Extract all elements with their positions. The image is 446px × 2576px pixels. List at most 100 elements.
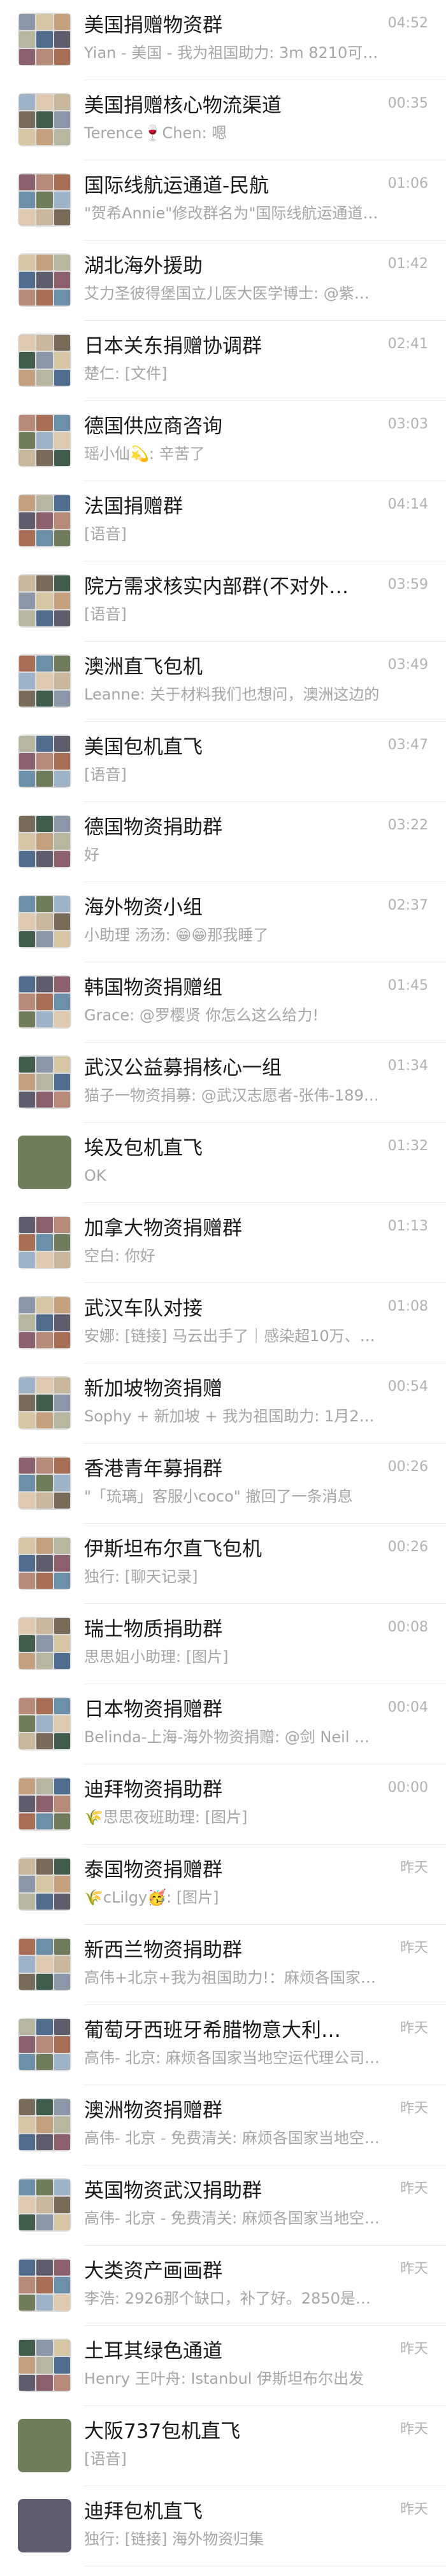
chat-last-message: Terence🍷Chen: 嗯 (84, 124, 227, 142)
avatar-tile (54, 1652, 70, 1669)
chat-list-item[interactable]: 葡萄牙西班牙希腊物意大利资群 昨天高伟- 北京: 麻烦各国家当地空运代理公司的同志… (0, 2005, 446, 2085)
avatar-tile (36, 1859, 53, 1875)
chat-time: 昨天 (399, 2421, 428, 2437)
chat-list-item[interactable]: 新西兰物资捐助群 昨天 高伟+北京+我为祖国助力!：麻烦各国家当地 (0, 1925, 446, 2005)
chat-list-item[interactable]: 大阪737包机直飞 昨天 [语音] (0, 2406, 446, 2486)
chat-name: 土耳其绿色通道 (84, 2340, 222, 2363)
avatar-tile (36, 31, 53, 48)
avatar-tile (19, 736, 36, 752)
group-avatar (18, 1617, 71, 1670)
avatar-tile (36, 833, 53, 850)
chat-list-item[interactable]: 澳洲直飞包机 03:49 Leanne: 关于材料我们也想问，澳洲这边的 (0, 642, 446, 722)
avatar-tile (36, 111, 53, 128)
group-avatar (18, 1456, 71, 1510)
avatar-tile (54, 111, 70, 128)
chat-list-item[interactable]: 日本物资捐赠群 00:04 Belinda-上海-海外物资捐赠: @剑 Neil 感… (0, 1684, 446, 1764)
avatar-tile (54, 530, 70, 546)
avatar-tile (54, 48, 70, 65)
chat-list-item[interactable]: 海外物资小组 02:37 小助理 汤汤: 😁😁那我睡了 (0, 882, 446, 962)
avatar-tile (36, 1555, 53, 1572)
chat-name: 武汉车队对接 (84, 1297, 203, 1320)
avatar-tile (36, 976, 53, 993)
avatar-tile (36, 1813, 53, 1829)
avatar-tile (19, 1652, 36, 1669)
avatar-tile (36, 2277, 53, 2293)
chat-list-item[interactable]: 德国供应商咨询 03:03 瑶小仙💫: 辛苦了 (0, 401, 446, 481)
chat-list-item[interactable]: 法国捐赠群 04:14 [语音] (0, 481, 446, 561)
avatar-tile (54, 1698, 70, 1715)
chat-name: 法国捐赠群 (84, 495, 183, 518)
avatar-tile (36, 495, 53, 512)
avatar-tile (54, 1859, 70, 1875)
avatar-tile (19, 1332, 36, 1348)
chat-time: 01:42 (387, 256, 428, 272)
chat-last-message: 艾力圣彼得堡国立儿医大医学博士: @紫电清霜 (84, 285, 384, 302)
chat-list-item[interactable]: 美国捐赠核心物流渠道 00:35 Terence🍷Chen: 嗯 (0, 80, 446, 160)
chat-list-item[interactable]: 新加坡物资捐赠 00:54Sophy + 新加坡 + 我为祖国助力: 1月26日新… (0, 1363, 446, 1444)
chat-name: 新加坡物资捐赠 (84, 1377, 222, 1400)
avatar-tile (36, 192, 53, 208)
chat-list-item[interactable]: 大类资产画画群 昨天李浩: 2926那个缺口，补了好。2850是下一个缺口 (0, 2246, 446, 2326)
avatar-tile (36, 896, 53, 913)
group-avatar (18, 173, 71, 227)
chat-list-item[interactable]: 德国物资捐助群 03:22 好 (0, 802, 446, 882)
avatar-tile (19, 976, 36, 993)
chat-list-item[interactable]: 武汉公益募捐核心一组 01:34 猫子一物资捐募: @武汉志愿者-张伟-189716… (0, 1043, 446, 1123)
avatar-tile (19, 2214, 36, 2230)
chat-list-item[interactable]: 埃及包机直飞 01:32 OK (0, 1123, 446, 1203)
avatar-tile (36, 753, 53, 770)
chat-list-item[interactable]: 美国捐赠物资群 04:52 Yian - 美国 - 我为祖国助力: 3m 8210可… (0, 0, 446, 80)
avatar-tile (36, 1876, 53, 1892)
chat-list-item[interactable]: 迪拜物资捐助群 00:00 🌾思思夜班助理: [图片] (0, 1764, 446, 1845)
chat-list-item[interactable]: 迪拜包机直飞 昨天 独行: [链接] 海外物资归集 (0, 2486, 446, 2566)
chat-time: 03:22 (387, 817, 428, 833)
chat-list-item[interactable]: 土耳其绿色通道 昨天 Henry 王叶舟: Istanbul 伊斯坦布尔出发 (0, 2326, 446, 2406)
group-avatar (18, 93, 71, 146)
avatar-tile (19, 1973, 36, 1990)
avatar-tile (54, 14, 70, 31)
avatar-tile (54, 174, 70, 191)
avatar-tile (54, 673, 70, 689)
chat-list-item[interactable]: 武汉车队对接 01:08 安娜: [链接] 马云出手了｜感染超10万、牺牲 (0, 1283, 446, 1363)
chat-name: 湖北海外援助 (84, 255, 203, 278)
avatar-tile (54, 272, 70, 288)
chat-list-item[interactable]: 香港青年募捐群 00:26 "「琉璃」客服小coco" 撤回了一条消息 (0, 1444, 446, 1524)
chat-list-item[interactable]: 日本关东捐赠协调群 02:41 楚仁: [文件] (0, 321, 446, 401)
group-avatar (18, 1296, 71, 1349)
chat-list-item[interactable]: 湖北海外援助 01:42 艾力圣彼得堡国立儿医大医学博士: @紫电清霜 (0, 241, 446, 321)
avatar-tile (54, 1475, 70, 1491)
avatar-tile (19, 272, 36, 288)
avatar-tile (19, 1458, 36, 1474)
avatar-tile (36, 2099, 53, 2116)
chat-name: 埃及包机直飞 (84, 1137, 203, 1160)
chat-name: 迪拜包机直飞 (84, 2500, 203, 2523)
chat-time: 02:37 (387, 897, 428, 913)
chat-list-item[interactable]: 伊斯坦布尔直飞包机 00:26 独行: [聊天记录] (0, 1524, 446, 1604)
chat-list-item[interactable]: 国际线航运通道-民航 01:06 "贺希Annie"修改群名为"国际线航运通道-民航… (0, 160, 446, 241)
chat-name: 香港青年募捐群 (84, 1458, 222, 1481)
avatar-tile (54, 753, 70, 770)
chat-time: 00:54 (387, 1379, 428, 1395)
chat-name: 美国捐赠核心物流渠道 (84, 94, 282, 117)
group-avatar (18, 815, 71, 868)
avatar-tile (36, 335, 53, 351)
avatar-tile (36, 1618, 53, 1635)
chat-list-item[interactable]: 韩国物资捐赠组 01:45 Grace: @罗樱贤 你怎么这么给力! (0, 962, 446, 1043)
avatar-tile (36, 1893, 53, 1910)
avatar-tile (54, 1939, 70, 1955)
avatar-tile (19, 48, 36, 65)
group-avatar (18, 1376, 71, 1430)
chat-list-item[interactable]: 瑞士物质捐助群 00:08 思思姐小助理: [图片] (0, 1604, 446, 1684)
chat-time: 03:49 (387, 657, 428, 673)
chat-list-item[interactable]: 英国物资武汉捐助群 昨天高伟- 北京 - 免费清关: 麻烦各国家当地空运代理公司 (0, 2165, 446, 2246)
chat-time: 03:47 (387, 737, 428, 753)
chat-list-item[interactable]: 澳洲物资捐赠群 昨天高伟- 北京 - 免费清关: 麻烦各国家当地空运代理公司 (0, 2085, 446, 2165)
chat-name: 武汉公益募捐核心一组 (84, 1057, 282, 1080)
chat-list-item[interactable]: 美国包机直飞 03:47 [语音] (0, 722, 446, 802)
chat-list-item[interactable]: 泰国物资捐赠群 昨天 🌾cLilgy🥳: [图片] (0, 1845, 446, 1925)
avatar-tile (54, 1234, 70, 1251)
chat-list-item[interactable]: 加拿大物资捐赠群 01:13 空白: 你好 (0, 1203, 446, 1283)
group-avatar (18, 1697, 71, 1750)
avatar-tile (54, 31, 70, 48)
chat-list-item[interactable]: 院方需求核实内部群(不对外传) 03:59 [语音] (0, 561, 446, 642)
